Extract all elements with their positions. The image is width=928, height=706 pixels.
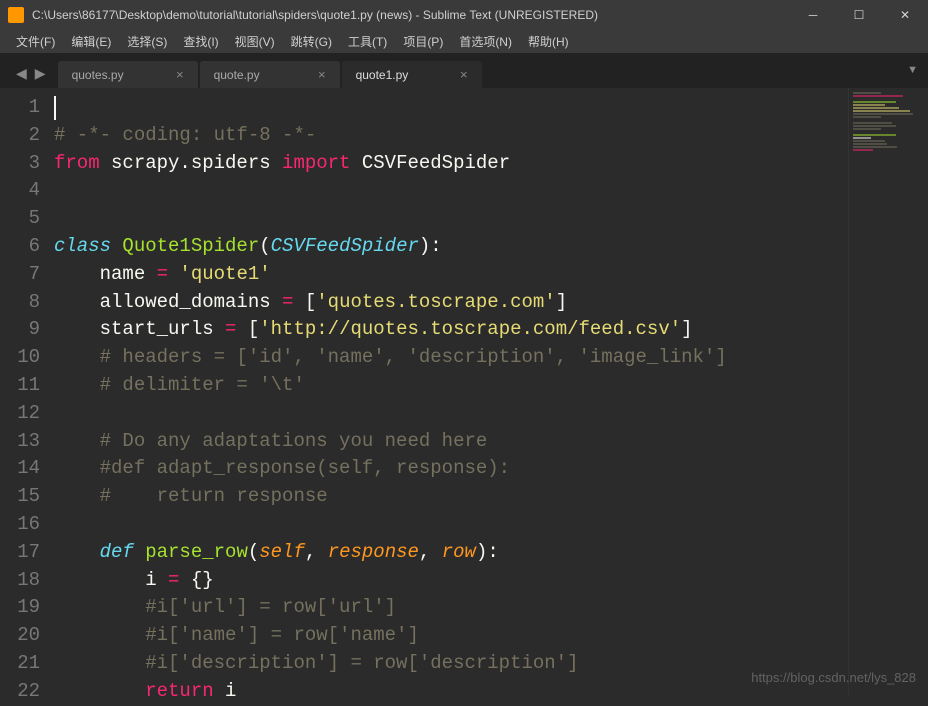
window-controls: ─ ☐ ✕ [790, 0, 928, 30]
code-comment: # headers = ['id', 'name', 'description'… [54, 346, 727, 368]
menu-help[interactable]: 帮助(H) [520, 33, 577, 50]
code-editor[interactable]: # -*- coding: utf-8 -*- from scrapy.spid… [54, 88, 848, 695]
tab-label: quote.py [214, 68, 260, 82]
minimap-viewport [853, 92, 924, 152]
tab-menu-icon[interactable]: ▼ [907, 64, 918, 76]
menu-project[interactable]: 项目(P) [395, 33, 451, 50]
line-number[interactable]: 12 [0, 400, 40, 428]
code-comment: #i['name'] = row['name'] [54, 624, 419, 646]
tab-nav-arrows: ◀ ▶ [8, 65, 58, 88]
window-title: C:\Users\86177\Desktop\demo\tutorial\tut… [32, 8, 790, 22]
line-number[interactable]: 16 [0, 511, 40, 539]
code-function: parse_row [134, 541, 248, 563]
code-comment: # delimiter = '\t' [54, 374, 305, 396]
line-number[interactable]: 5 [0, 205, 40, 233]
menu-find[interactable]: 查找(I) [175, 33, 226, 50]
close-icon[interactable]: × [318, 67, 326, 82]
line-number[interactable]: 18 [0, 567, 40, 595]
minimap[interactable] [848, 88, 928, 695]
code-keyword: class [54, 235, 111, 257]
code-text: scrapy.spiders [100, 152, 282, 174]
line-number[interactable]: 15 [0, 483, 40, 511]
menu-prefs[interactable]: 首选项(N) [451, 33, 520, 50]
code-string: 'quotes.toscrape.com' [316, 291, 555, 313]
tab-quote1[interactable]: quote1.py × [342, 61, 482, 88]
line-number[interactable]: 9 [0, 316, 40, 344]
code-comment: #i['description'] = row['description'] [54, 652, 579, 674]
text-cursor [54, 96, 56, 120]
close-icon[interactable]: × [176, 67, 184, 82]
menu-file[interactable]: 文件(F) [8, 33, 63, 50]
line-number[interactable]: 8 [0, 289, 40, 317]
editor-area: 1 2 3 4 5 6 7 8 9 10 11 12 13 14 15 16 1… [0, 88, 928, 695]
line-number[interactable]: 6 [0, 233, 40, 261]
tab-label: quotes.py [72, 68, 124, 82]
menu-tools[interactable]: 工具(T) [340, 33, 395, 50]
code-param: response [328, 541, 419, 563]
watermark-text: https://blog.csdn.net/lys_828 [751, 670, 916, 685]
close-button[interactable]: ✕ [882, 0, 928, 30]
code-comment: # -*- coding: utf-8 -*- [54, 124, 316, 146]
tab-nav-left-icon[interactable]: ◀ [12, 65, 31, 82]
menu-edit[interactable]: 编辑(E) [63, 33, 119, 50]
code-text: CSVFeedSpider [350, 152, 510, 174]
line-number[interactable]: 3 [0, 150, 40, 178]
line-number[interactable]: 21 [0, 650, 40, 678]
code-keyword: from [54, 152, 100, 174]
line-number[interactable]: 19 [0, 594, 40, 622]
code-param: row [442, 541, 476, 563]
tab-nav-right-icon[interactable]: ▶ [31, 65, 50, 82]
line-number[interactable]: 22 [0, 678, 40, 706]
line-number[interactable]: 10 [0, 344, 40, 372]
code-keyword: def [100, 541, 134, 563]
code-param: self [259, 541, 305, 563]
line-number[interactable]: 17 [0, 539, 40, 567]
minimize-button[interactable]: ─ [790, 0, 836, 30]
tab-quotes[interactable]: quotes.py × [58, 61, 198, 88]
line-number[interactable]: 13 [0, 428, 40, 456]
line-number[interactable]: 20 [0, 622, 40, 650]
menu-view[interactable]: 视图(V) [227, 33, 283, 50]
line-number[interactable]: 7 [0, 261, 40, 289]
line-number[interactable]: 4 [0, 177, 40, 205]
code-keyword: return [145, 680, 213, 702]
menu-bar: 文件(F) 编辑(E) 选择(S) 查找(I) 视图(V) 跳转(G) 工具(T… [0, 30, 928, 54]
tab-quote[interactable]: quote.py × [200, 61, 340, 88]
tab-label: quote1.py [356, 68, 409, 82]
code-class: Quote1Spider [111, 235, 259, 257]
line-number[interactable]: 11 [0, 372, 40, 400]
line-number[interactable]: 14 [0, 455, 40, 483]
code-comment: # return response [54, 485, 328, 507]
code-string: 'http://quotes.toscrape.com/feed.csv' [259, 318, 681, 340]
line-number[interactable]: 1 [0, 94, 40, 122]
code-comment: # Do any adaptations you need here [54, 430, 487, 452]
window-titlebar: C:\Users\86177\Desktop\demo\tutorial\tut… [0, 0, 928, 30]
line-number[interactable]: 2 [0, 122, 40, 150]
tab-bar: ◀ ▶ quotes.py × quote.py × quote1.py × ▼ [0, 54, 928, 88]
close-icon[interactable]: × [460, 67, 468, 82]
menu-goto[interactable]: 跳转(G) [283, 33, 340, 50]
code-comment: #def adapt_response(self, response): [54, 457, 510, 479]
line-gutter: 1 2 3 4 5 6 7 8 9 10 11 12 13 14 15 16 1… [0, 88, 54, 695]
code-comment: #i['url'] = row['url'] [54, 596, 396, 618]
code-string: 'quote1' [168, 263, 271, 285]
code-keyword: import [282, 152, 350, 174]
maximize-button[interactable]: ☐ [836, 0, 882, 30]
menu-select[interactable]: 选择(S) [119, 33, 175, 50]
code-inherit: CSVFeedSpider [271, 235, 419, 257]
app-icon [8, 7, 24, 23]
